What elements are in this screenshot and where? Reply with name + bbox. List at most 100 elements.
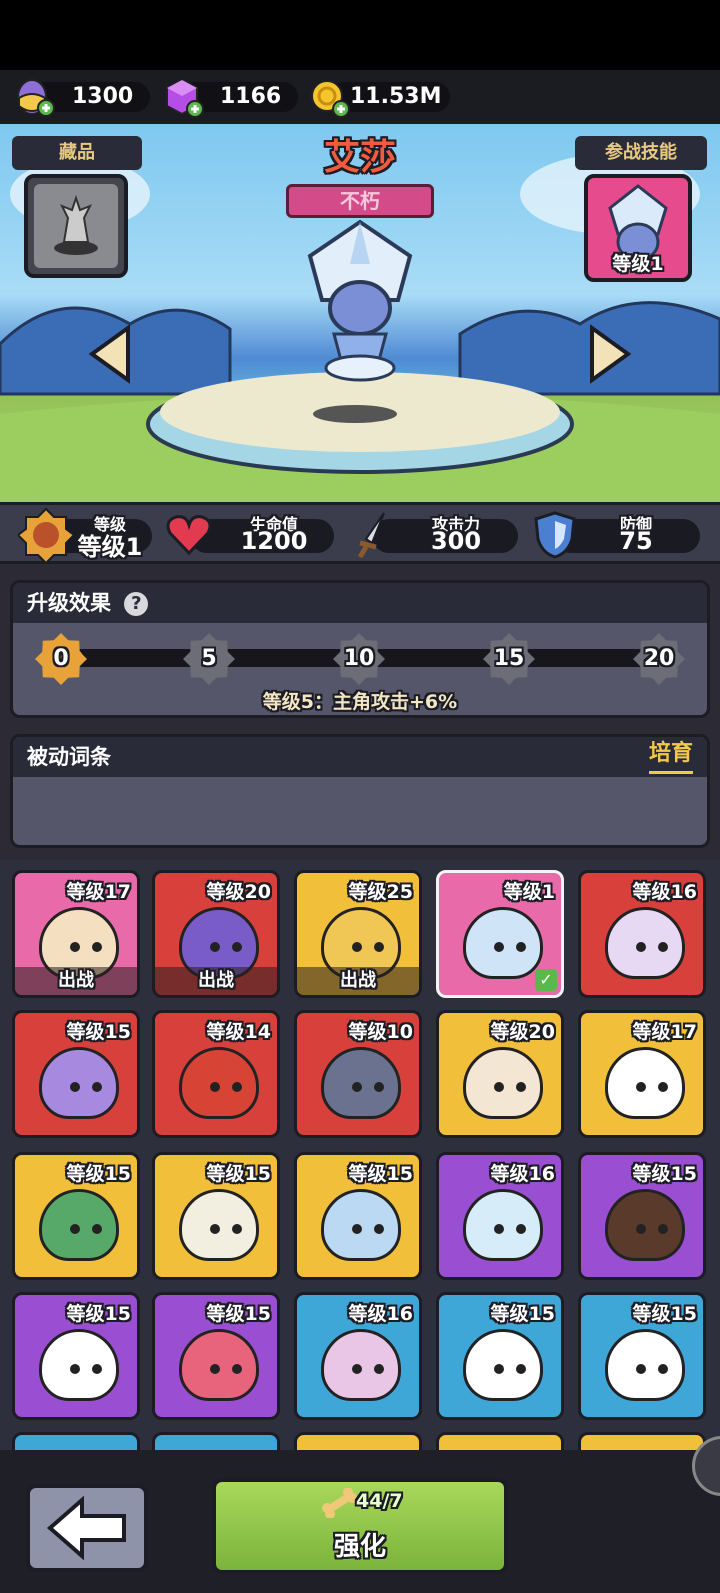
- pet-eye: [210, 942, 220, 952]
- rarity-banner: 不朽: [286, 184, 434, 218]
- pet-eye: [352, 1224, 362, 1234]
- ice-hero-sprite: [307, 219, 413, 382]
- pet-card[interactable]: 等级14: [152, 1010, 280, 1138]
- selected-check-icon: ✓: [535, 969, 557, 991]
- pet-level: 等级16: [632, 881, 697, 903]
- pet-eye: [210, 1082, 220, 1092]
- back-arrow-icon: [46, 1495, 126, 1561]
- pet-card-partial[interactable]: [152, 1432, 280, 1450]
- passive-header: 被动词条 培育: [13, 737, 707, 777]
- pet-level: 等级10: [348, 1021, 413, 1043]
- help-icon[interactable]: ?: [124, 592, 149, 616]
- pet-card[interactable]: 等级16: [578, 870, 706, 998]
- pet-card[interactable]: 等级1 ✓: [436, 870, 564, 998]
- pet-card[interactable]: 等级15: [578, 1292, 706, 1420]
- pet-eye: [374, 1082, 384, 1092]
- pet-eye: [494, 1082, 504, 1092]
- material-count: 44/7: [356, 1490, 403, 1512]
- shield-icon: [534, 511, 576, 559]
- skill-level: 等级1: [612, 253, 664, 275]
- sword-icon: [357, 512, 385, 559]
- pet-eye: [92, 1224, 102, 1234]
- pet-level: 等级15: [66, 1021, 131, 1043]
- pet-card[interactable]: 等级15: [152, 1152, 280, 1280]
- pet-level: 等级15: [632, 1163, 697, 1185]
- pet-level: 等级15: [348, 1163, 413, 1185]
- gold-coin-icon: [311, 80, 350, 118]
- milestone-15: 15: [483, 633, 535, 685]
- pet-eye: [210, 1364, 220, 1374]
- egg-count: 1300: [72, 84, 134, 109]
- deployed-tag: 出战: [297, 967, 419, 995]
- pet-card[interactable]: 等级10: [294, 1010, 422, 1138]
- milestone-20: 20: [633, 633, 685, 685]
- cultivate-link[interactable]: 培育: [648, 737, 693, 774]
- pet-eye: [92, 1364, 102, 1374]
- pet-eye: [374, 1224, 384, 1234]
- pet-eye: [70, 1224, 80, 1234]
- pet-card[interactable]: 等级15: [12, 1152, 140, 1280]
- pet-card[interactable]: 等级16: [294, 1292, 422, 1420]
- pet-eye: [352, 1082, 362, 1092]
- pet-card[interactable]: 等级15: [12, 1010, 140, 1138]
- pet-card-partial[interactable]: [436, 1432, 564, 1450]
- hero-name: 艾莎: [323, 137, 396, 178]
- pet-card[interactable]: 等级15: [578, 1152, 706, 1280]
- pet-level: 等级15: [490, 1303, 555, 1325]
- pet-card-partial[interactable]: [12, 1432, 140, 1450]
- pet-card[interactable]: 等级15: [152, 1292, 280, 1420]
- pet-card[interactable]: 等级16: [436, 1152, 564, 1280]
- pet-eye: [516, 1224, 526, 1234]
- pet-level: 等级14: [206, 1021, 271, 1043]
- pet-card[interactable]: 等级17 出战: [12, 870, 140, 998]
- hp-value: 1200: [240, 527, 308, 555]
- pet-level: 等级15: [66, 1303, 131, 1325]
- deployed-tag: 出战: [15, 967, 137, 995]
- pet-portrait: [605, 907, 685, 979]
- pet-card-partial[interactable]: [578, 1432, 706, 1450]
- pet-eye: [92, 1082, 102, 1092]
- milestone-10: 10: [333, 633, 385, 685]
- bone-icon: [322, 1488, 357, 1518]
- pet-card-partial[interactable]: [294, 1432, 422, 1450]
- pet-level: 等级20: [490, 1021, 555, 1043]
- pet-portrait: [321, 1189, 401, 1261]
- pet-eye: [636, 1224, 646, 1234]
- pet-card[interactable]: 等级15: [294, 1152, 422, 1280]
- pet-card[interactable]: 等级15: [12, 1292, 140, 1420]
- battle-skill-tab[interactable]: 参战技能: [575, 136, 707, 170]
- pet-eye: [636, 1082, 646, 1092]
- enhance-button[interactable]: 44/7 强化: [212, 1478, 508, 1574]
- upgrade-effect-header: 升级效果 ?: [13, 583, 707, 623]
- pet-card[interactable]: 等级17: [578, 1010, 706, 1138]
- collection-tab[interactable]: 藏品: [12, 136, 142, 170]
- attack-value: 300: [430, 527, 482, 555]
- gem-icon: [166, 78, 204, 118]
- prev-hero-arrow[interactable]: [88, 324, 134, 384]
- pet-eye: [516, 1364, 526, 1374]
- collection-slot[interactable]: [24, 174, 128, 278]
- egg-icon: [17, 79, 55, 117]
- pet-card[interactable]: 等级20 出战: [152, 870, 280, 998]
- pet-level: 等级16: [348, 1303, 413, 1325]
- pet-eye: [232, 1364, 242, 1374]
- pet-eye: [70, 1082, 80, 1092]
- next-hero-arrow[interactable]: [586, 324, 632, 384]
- back-button[interactable]: [26, 1484, 148, 1572]
- pet-eye: [352, 1364, 362, 1374]
- milestone-0: 0: [35, 633, 87, 685]
- heart-icon: [166, 515, 212, 556]
- pet-portrait: [179, 1189, 259, 1261]
- bottom-bar: 44/7 强化: [0, 1436, 720, 1593]
- statue-icon: [34, 184, 118, 268]
- pet-portrait: [463, 1047, 543, 1119]
- pet-grid: 等级17 出战 等级20 出战 等级25 出战 等级1 ✓ 等级16 等级15 等级14 等级10 等级…: [0, 860, 720, 1450]
- battle-skill-slot[interactable]: 等级1: [584, 174, 692, 282]
- pet-portrait: [463, 1329, 543, 1401]
- pet-card[interactable]: 等级15: [436, 1292, 564, 1420]
- upgrade-description: 等级5：主角攻击+6%: [262, 691, 458, 713]
- milestone-5: 5: [183, 633, 235, 685]
- pet-card[interactable]: 等级20: [436, 1010, 564, 1138]
- pet-portrait: [39, 1329, 119, 1401]
- pet-card[interactable]: 等级25 出战: [294, 870, 422, 998]
